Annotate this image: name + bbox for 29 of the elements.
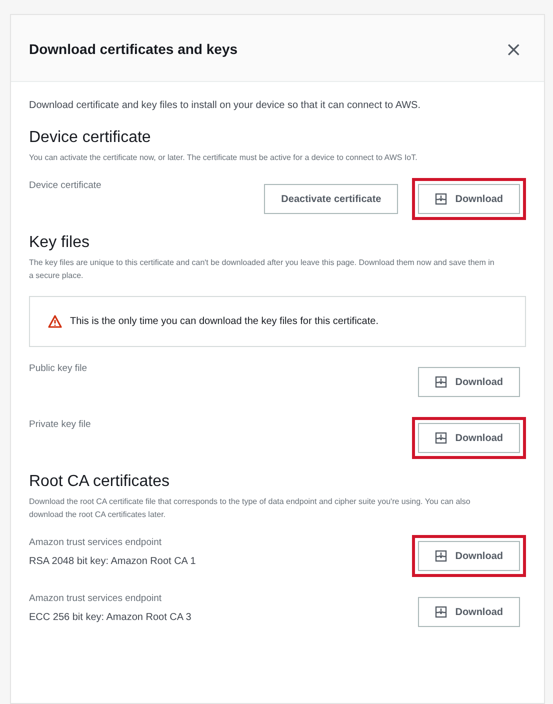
download-icon	[435, 376, 448, 388]
alert-text: This is the only time you can download the key files for this certificate.	[70, 316, 378, 327]
row-label: Private key file	[29, 419, 91, 430]
download-button[interactable]: Download	[418, 423, 520, 453]
row-label: Amazon trust services endpoint	[29, 593, 163, 604]
section-heading: Device certificate	[29, 129, 152, 147]
deactivate-button[interactable]: Deactivate certificate	[264, 184, 398, 214]
close-button[interactable]: ×	[501, 37, 526, 61]
download-button[interactable]: Download	[418, 597, 520, 627]
dialog-title: Download certificates and keys	[29, 41, 238, 57]
download-button[interactable]: Download	[418, 184, 520, 214]
warning-icon	[48, 315, 62, 328]
row-detail: ECC 256 bit key: Amazon Root CA 3	[29, 612, 192, 623]
section-description: You can activate the certificate now, or later. The certificate must be active for a device to connect to AWS IoT.	[29, 152, 418, 164]
section-heading: Key files	[29, 234, 90, 252]
row-detail: RSA 2048 bit key: Amazon Root CA 1	[29, 556, 196, 567]
section-description: The key files are unique to this certificate and can't be downloaded after you leave this page. Download them now and save them in a secure place.	[29, 257, 496, 282]
download-icon	[435, 432, 448, 444]
download-icon	[435, 606, 448, 618]
section-description: Download the root CA certificate file that corresponds to the type of data endpoint and cipher suite you're using. You can also download the root CA certificates later.	[29, 496, 472, 521]
download-button[interactable]: Download	[418, 367, 520, 397]
download-icon	[435, 193, 448, 205]
row-label: Amazon trust services endpoint	[29, 537, 163, 548]
intro-text: Download certificate and key files to install on your device so that it can connect to AWS.	[29, 99, 422, 113]
row-label: Public key file	[29, 363, 88, 374]
download-icon	[435, 550, 448, 562]
download-button[interactable]: Download	[418, 541, 520, 571]
section-heading: Root CA certificates	[29, 473, 170, 491]
row-label: Device certificate	[29, 180, 102, 191]
